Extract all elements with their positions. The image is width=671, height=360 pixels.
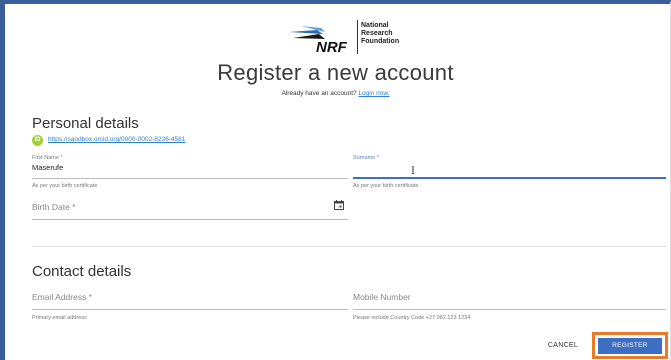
mobile-placeholder: Mobile Number	[353, 292, 411, 302]
nrf-emblem-icon: NRF	[289, 20, 358, 56]
org-name-line-2: Research	[361, 30, 393, 37]
first-name-underline	[32, 178, 348, 179]
page-title: Register a new account	[217, 60, 454, 85]
mobile-underline	[353, 309, 666, 310]
first-name-label: First Name *	[32, 155, 63, 161]
first-name-field[interactable]: First Name * Maserufe As per your birth …	[32, 155, 348, 191]
mobile-hint: Please include Country Code +27 082 123 …	[353, 315, 471, 321]
orcid-link[interactable]: https://sandbox.orcid.org/0000-0002-8226…	[48, 136, 185, 143]
cancel-button[interactable]: CANCEL	[540, 339, 586, 353]
surname-underline	[353, 177, 666, 179]
login-link[interactable]: Login now.	[358, 90, 389, 97]
nrf-logo: NRF National Research Foundation	[283, 18, 413, 58]
surname-field[interactable]: Surname * As per your birth certificate	[353, 155, 666, 191]
contact-details-heading: Contact details	[32, 263, 132, 280]
org-name-line-1: National	[361, 22, 389, 29]
calendar-icon[interactable]	[334, 200, 344, 210]
personal-details-heading: Personal details	[32, 115, 139, 132]
email-underline	[32, 309, 348, 310]
surname-hint: As per your birth certificate	[353, 183, 419, 189]
text-cursor-icon: I	[411, 166, 415, 177]
register-highlight: REGISTER	[592, 332, 668, 359]
first-name-value[interactable]: Maserufe	[32, 163, 63, 172]
organisation-name: National Research Foundation	[361, 22, 399, 46]
birth-date-placeholder: Birth Date *	[32, 202, 76, 212]
mobile-field[interactable]: Mobile Number Please include Country Cod…	[353, 292, 666, 328]
section-divider	[32, 246, 666, 247]
first-name-hint: As per your birth certificate	[32, 183, 98, 189]
logo-text: NRF	[316, 39, 348, 56]
email-field[interactable]: Email Address * Primary email address	[32, 292, 348, 328]
birth-date-field[interactable]: Birth Date *	[32, 202, 348, 222]
surname-label: Surname *	[353, 155, 379, 161]
register-button[interactable]: REGISTER	[598, 338, 662, 354]
email-hint: Primary email address	[32, 315, 87, 321]
birth-date-underline	[32, 219, 348, 220]
login-prompt-text: Already have an account?	[281, 90, 357, 97]
login-prompt: Already have an account? Login now.	[0, 90, 671, 97]
email-placeholder: Email Address *	[32, 292, 92, 302]
orcid-icon: iD	[32, 135, 43, 146]
org-name-line-3: Foundation	[361, 38, 400, 45]
